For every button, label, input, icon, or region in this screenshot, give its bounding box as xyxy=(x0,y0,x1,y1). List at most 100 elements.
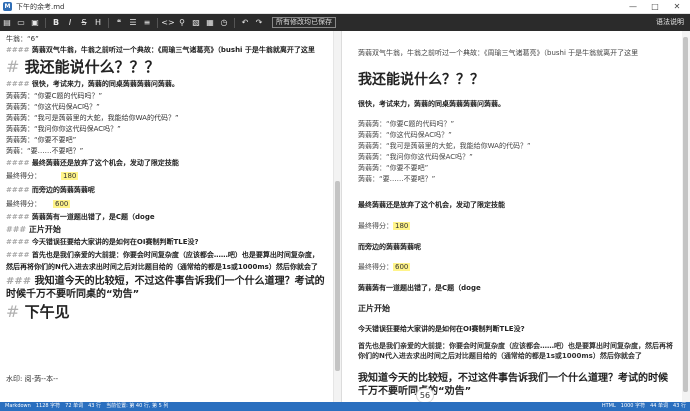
status-word-count: 72 单词 xyxy=(65,403,84,409)
code-icon[interactable]: <> xyxy=(161,14,175,31)
md-marker: # xyxy=(6,302,20,321)
editor-line: 最终得分： 180 xyxy=(6,171,79,181)
editor-line-text: 很快，考试来力，蒟蒻的同桌蒟蒻蒟蒻问蒟蒻。 xyxy=(29,80,179,88)
editor-line: 蒟蒻：“要……不要吧？” xyxy=(6,147,84,155)
md-marker: #### xyxy=(6,186,30,194)
score-label: 最终得分： xyxy=(6,172,41,180)
editor-scroll-thumb[interactable] xyxy=(335,181,340,371)
redo-icon[interactable]: ↷ xyxy=(252,14,266,31)
page-number-badge: 56 xyxy=(416,388,434,403)
preview-line: 蒟蒻蒟有一道题出错了，是C题（doge xyxy=(358,284,481,292)
editor-heading: # 我还能说什么？？？ xyxy=(6,56,160,77)
editor-line-text: 蒟蒻双气牛翁，牛翁之前听过一个典故：《周瑜三气诸葛亮》（bushi 于是牛翁就离… xyxy=(29,46,315,54)
app-window: M 下午的余考.md — □ ✕ ▤ ▭ ▣ B I S H ❝ ☰ ≡ <> … xyxy=(0,0,690,411)
syntax-help-link[interactable]: 语法说明 xyxy=(656,14,684,31)
status-cursor-position: 当前位置: 第 40 行, 第 5 列 xyxy=(106,403,169,409)
md-marker: #### xyxy=(6,46,30,54)
time-icon[interactable]: ◷ xyxy=(217,14,231,31)
preview-line: 最终蒟蒻还是放弃了这个机会，发动了限定技能 xyxy=(358,201,505,209)
editor-line-text: 下午见 xyxy=(19,303,70,321)
editor-scrollbar[interactable] xyxy=(333,31,341,402)
editor-line: #### 今天错误狂要给大家讲的是如何在OI赛制判断TLE没? xyxy=(6,237,199,247)
toolbar-divider xyxy=(157,17,158,28)
editor-line-text: 首先也是我们亲爱的大前提：你要会时间复杂度（应该都会……吧）也是要算出时间复杂度… xyxy=(29,251,319,259)
toolbar-divider xyxy=(108,17,109,28)
editor-line: 蒟蒻蒟：“我可是蒟蒻里的大蛇，我能给你WA的代码？” xyxy=(6,114,179,122)
save-icon[interactable]: ▣ xyxy=(28,14,42,31)
title-bar: M 下午的余考.md — □ ✕ xyxy=(0,0,690,14)
editor-line: 水印: 阅-蒟--本-- xyxy=(6,375,59,383)
undo-icon[interactable]: ↶ xyxy=(238,14,252,31)
md-marker: #### xyxy=(6,213,30,221)
editor-line: 蒟蒻蒟：“你这代码保AC吗？” xyxy=(6,103,100,111)
score-highlight: 180 xyxy=(393,222,411,230)
italic-button[interactable]: I xyxy=(63,14,77,31)
editor-line-text: 最终蒟蒻还是放弃了这个机会，发动了限定技能 xyxy=(29,159,179,167)
toolbar-divider xyxy=(234,17,235,28)
status-mode: Markdown xyxy=(5,403,31,409)
markdown-preview: 蒟蒻双气牛翁，牛翁之前听过一个典故：《周瑜三气诸葛亮》（bushi 于是牛翁就离… xyxy=(341,31,682,402)
editor-line-text: 我还能说什么？？？ xyxy=(19,58,160,76)
preview-line: 蒟蒻蒟：“你要C题的代码吗？” xyxy=(358,120,455,128)
preview-line: 蒟蒻：“要……不要吧？” xyxy=(358,175,436,183)
md-marker: #### xyxy=(6,159,30,167)
md-marker: ### xyxy=(6,225,27,234)
image-icon[interactable]: ▧ xyxy=(189,14,203,31)
score-highlight: 600 xyxy=(53,200,71,208)
minimize-button[interactable]: — xyxy=(622,0,644,14)
score-highlight: 600 xyxy=(393,263,411,271)
md-marker: #### xyxy=(6,251,30,259)
score-highlight: 180 xyxy=(61,172,79,180)
preview-scroll-thumb[interactable] xyxy=(683,37,688,392)
status-preview-words: 44 单词 xyxy=(650,403,669,409)
open-folder-icon[interactable]: ▭ xyxy=(14,14,28,31)
status-line-count: 43 行 xyxy=(88,403,102,409)
table-icon[interactable]: ▦ xyxy=(203,14,217,31)
score-label: 最终得分： xyxy=(6,200,41,208)
editor-line: 最终得分： 600 xyxy=(6,199,71,209)
quote-icon[interactable]: ❝ xyxy=(112,14,126,31)
status-bar: Markdown 1128 字符 72 单词 43 行 当前位置: 第 40 行… xyxy=(0,402,690,411)
bullet-list-icon[interactable]: ☰ xyxy=(126,14,140,31)
preview-scrollbar[interactable] xyxy=(682,31,690,402)
window-controls: — □ ✕ xyxy=(622,0,688,14)
editor-line: #### 首先也是我们亲爱的大前提：你要会时间复杂度（应该都会……吧）也是要算出… xyxy=(6,250,319,260)
preview-line: 最终得分： 180 xyxy=(358,221,411,231)
status-right-group: HTML 1000 字符 44 单词 43 行 xyxy=(597,402,686,411)
editor-heading: # 下午见 xyxy=(6,301,70,322)
bold-button[interactable]: B xyxy=(49,14,63,31)
new-file-icon[interactable]: ▤ xyxy=(0,14,14,31)
preview-line: 蒟蒻蒟：“我问你你这代码保AC吗？” xyxy=(358,153,473,161)
md-marker: ### xyxy=(6,276,32,287)
editor-line: #### 蒟蒻蒟有一道题出错了，是C题（doge xyxy=(6,212,155,222)
editor-line: 蒟蒻蒟：“我问你你这代码保AC吗？” xyxy=(6,125,121,133)
preview-paragraph: 首先也是我们亲爱的大前提：你要会时间复杂度（应该都会……吧）也是要算出时间复杂度… xyxy=(358,342,673,360)
status-preview-lines: 43 行 xyxy=(673,403,686,409)
preview-line: 蒟蒻蒟：“你要不要吧” xyxy=(358,164,429,172)
toolbar-divider xyxy=(45,17,46,28)
status-preview-mode: HTML xyxy=(601,403,616,409)
editor-heading: ### 我知道今天的比较短，不过这件事告诉我们一个什么道理？考试的时候千万不要听… xyxy=(6,275,328,301)
preview-heading: 我还能说什么？？？ xyxy=(358,72,484,88)
save-status-badge: 所有修改均已保存 xyxy=(272,17,336,28)
editor-line: 牛翁：“6” xyxy=(6,35,39,43)
heading-button[interactable]: H xyxy=(91,14,105,31)
preview-line: 而旁边的蒟蒻蒟蒻呢 xyxy=(358,243,421,251)
close-button[interactable]: ✕ xyxy=(666,0,688,14)
editor-line: 蒟蒻蒟：“你要C题的代码吗？” xyxy=(6,92,103,100)
number-list-icon[interactable]: ≡ xyxy=(140,14,154,31)
editor-line-text: 蒟蒻蒟有一道题出错了，是C题（doge xyxy=(29,213,155,221)
editor-line: #### 很快，考试来力，蒟蒻的同桌蒟蒻蒟蒻问蒟蒻。 xyxy=(6,79,179,89)
link-icon[interactable]: ⚲ xyxy=(175,14,189,31)
editor-line-text: 正片开始 xyxy=(26,225,61,234)
editor-line-text: 今天错误狂要给大家讲的是如何在OI赛制判断TLE没? xyxy=(29,238,199,246)
preview-line: 今天错误狂要给大家讲的是如何在OI赛制判断TLE没? xyxy=(358,325,525,333)
markdown-editor[interactable]: 牛翁：“6” #### 蒟蒻双气牛翁，牛翁之前听过一个典故：《周瑜三气诸葛亮》（… xyxy=(0,31,333,402)
editor-line: #### 最终蒟蒻还是放弃了这个机会，发动了限定技能 xyxy=(6,158,179,168)
editor-line-text: 我知道今天的比较短，不过这件事告诉我们一个什么道理？考试的时候千万不要听同桌的“… xyxy=(6,276,325,300)
score-label: 最终得分： xyxy=(358,222,393,230)
editor-line-text: 而旁边的蒟蒻蒟蒻呢 xyxy=(29,186,95,194)
strikethrough-button[interactable]: S xyxy=(77,14,91,31)
app-logo-icon: M xyxy=(3,2,12,11)
maximize-button[interactable]: □ xyxy=(644,0,666,14)
